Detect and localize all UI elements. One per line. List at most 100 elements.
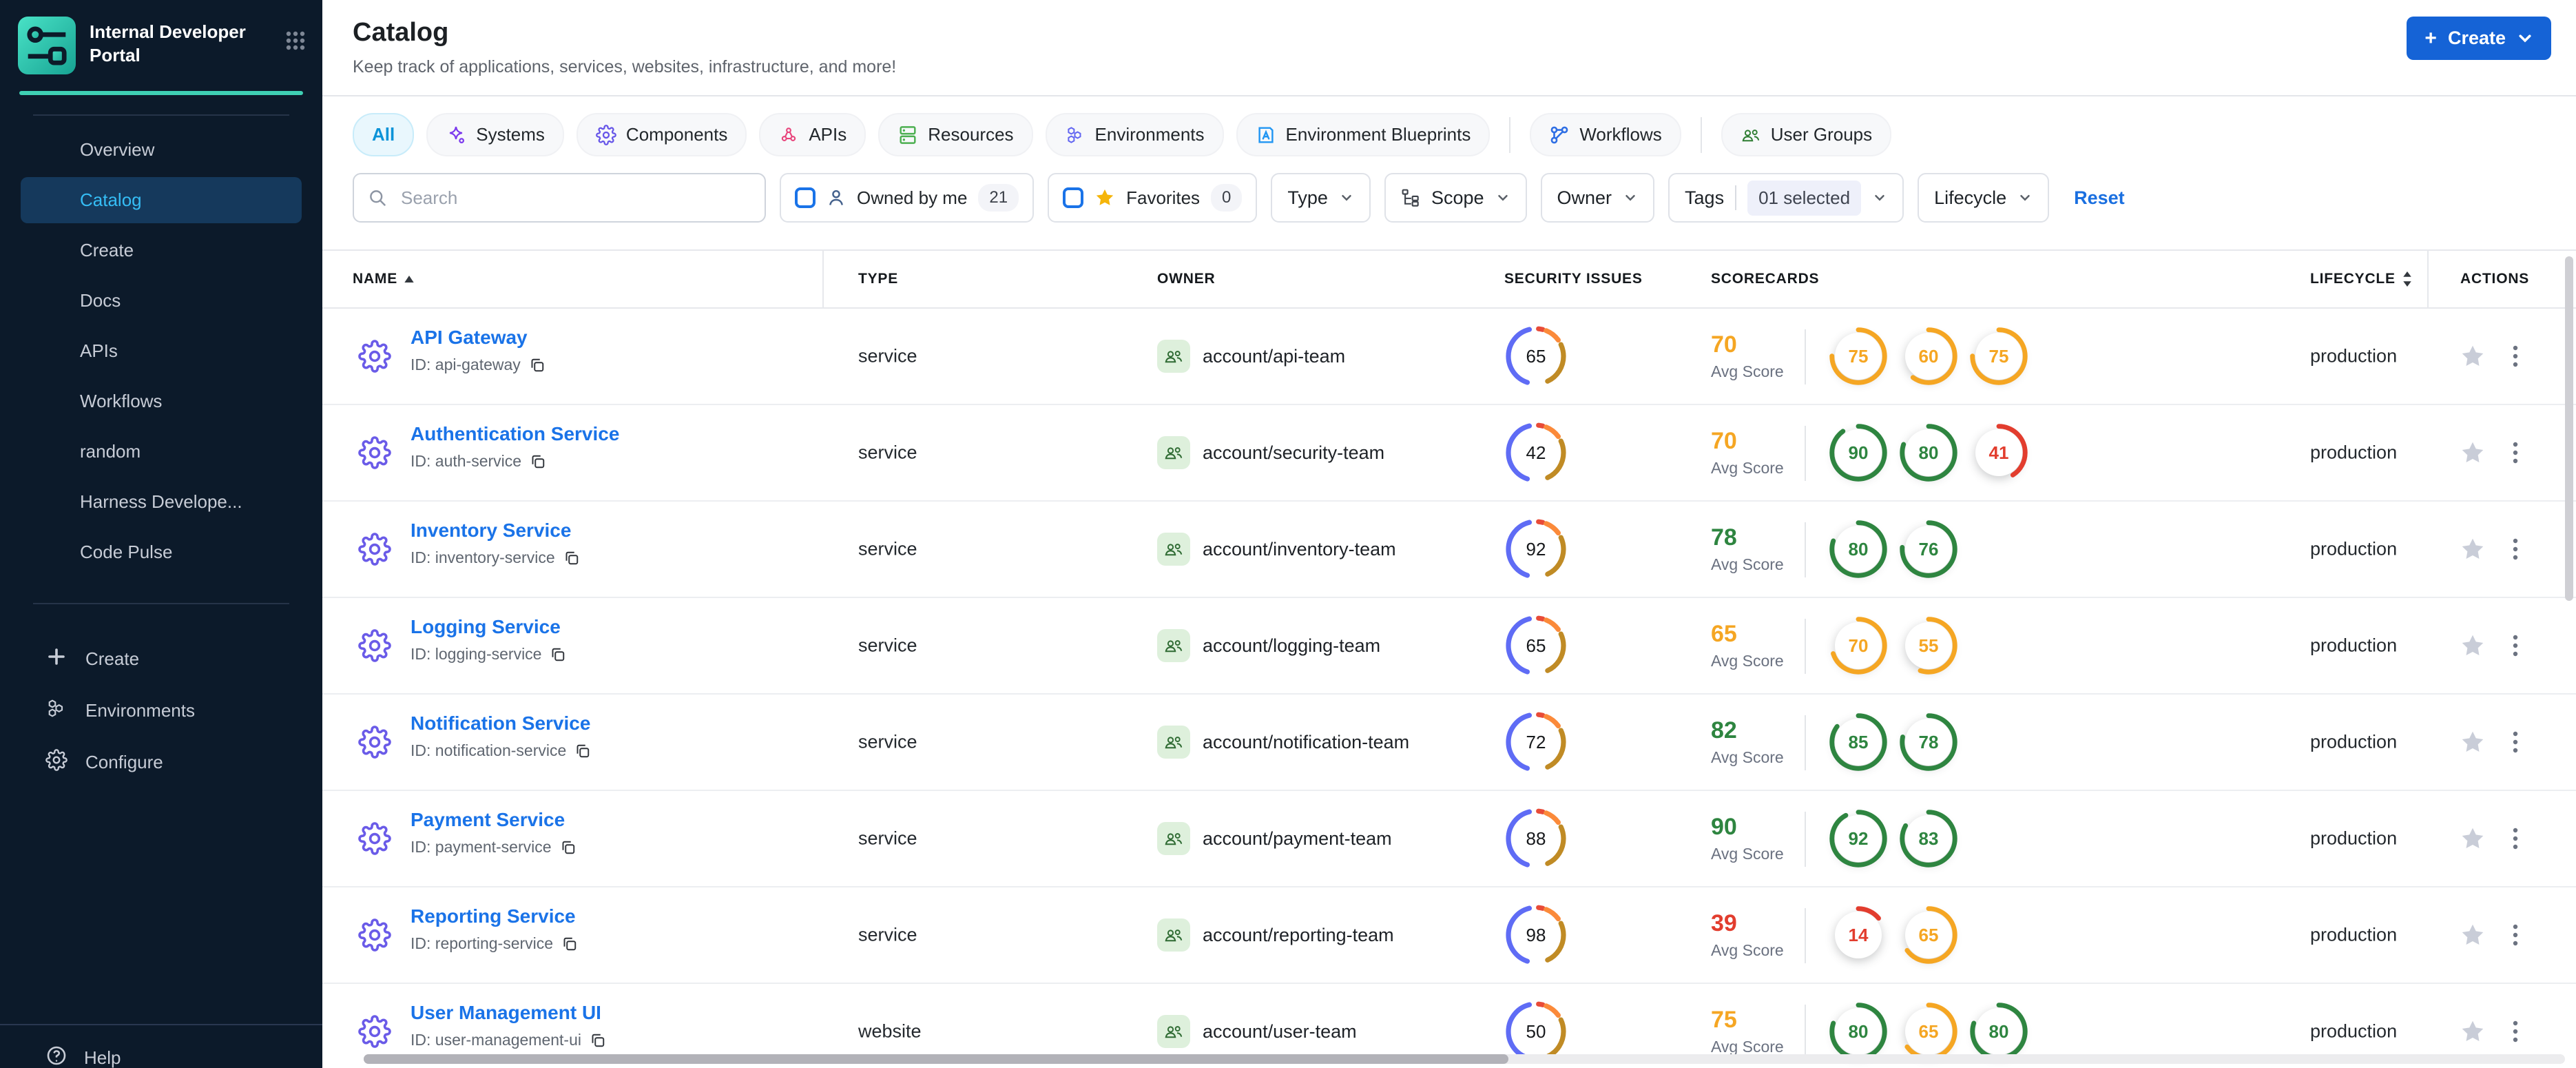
type-filter-dropdown[interactable]: Type [1271, 173, 1371, 223]
copy-icon[interactable] [590, 1032, 606, 1049]
column-header-type[interactable]: TYPE [858, 251, 898, 307]
scorecard-ring[interactable]: 80 [1969, 1001, 2029, 1062]
tab-apis[interactable]: APIs [759, 113, 866, 156]
scorecard-ring[interactable]: 90 [1828, 422, 1889, 483]
row-menu-kebab-icon[interactable] [2507, 629, 2524, 662]
owner-name[interactable]: account/payment-team [1203, 828, 1392, 850]
sidebar-item-environments[interactable]: Environments [21, 686, 302, 735]
sidebar-item-help[interactable]: Help [0, 1024, 322, 1068]
sidebar-item-catalog[interactable]: Catalog [21, 177, 302, 223]
tab-environment-blueprints[interactable]: Environment Blueprints [1236, 113, 1490, 156]
favorite-star-icon[interactable] [2460, 923, 2485, 947]
sidebar-item-workflows[interactable]: Workflows [21, 378, 302, 424]
vertical-scrollbar[interactable] [2565, 256, 2573, 601]
favorite-star-icon[interactable] [2460, 344, 2485, 369]
sidebar-item-random[interactable]: random [21, 429, 302, 475]
copy-icon[interactable] [563, 550, 580, 566]
copy-icon[interactable] [561, 936, 578, 952]
favorite-star-icon[interactable] [2460, 730, 2485, 754]
app-grid-icon[interactable] [285, 17, 306, 57]
sidebar-item-create[interactable]: Create [21, 635, 302, 684]
tab-systems[interactable]: Systems [426, 113, 564, 156]
scorecard-ring[interactable]: 14 [1828, 905, 1889, 965]
sidebar-item-create[interactable]: Create [21, 227, 302, 274]
favorites-filter[interactable]: Favorites 0 [1048, 173, 1258, 223]
scope-filter-dropdown[interactable]: Scope [1384, 173, 1527, 223]
scorecard-ring[interactable]: 80 [1828, 1001, 1889, 1062]
tab-user-groups[interactable]: User Groups [1721, 113, 1892, 156]
scorecard-ring[interactable]: 75 [1969, 326, 2029, 387]
scorecard-ring[interactable]: 41 [1969, 422, 2029, 483]
column-header-security-issues[interactable]: SECURITY ISSUES [1504, 251, 1643, 307]
row-menu-kebab-icon[interactable] [2507, 726, 2524, 759]
row-menu-kebab-icon[interactable] [2507, 918, 2524, 952]
entity-name-link[interactable]: Inventory Service [411, 520, 580, 542]
owner-name[interactable]: account/reporting-team [1203, 925, 1394, 946]
scorecard-ring[interactable]: 80 [1898, 422, 1959, 483]
row-menu-kebab-icon[interactable] [2507, 340, 2524, 373]
scorecard-ring[interactable]: 60 [1898, 326, 1959, 387]
copy-icon[interactable] [529, 357, 546, 373]
scorecard-ring[interactable]: 55 [1898, 615, 1959, 676]
favorite-star-icon[interactable] [2460, 1019, 2485, 1044]
entity-name-link[interactable]: Authentication Service [411, 423, 619, 445]
tab-all[interactable]: All [353, 113, 415, 156]
favorite-star-icon[interactable] [2460, 440, 2485, 465]
owner-name[interactable]: account/api-team [1203, 346, 1345, 367]
scorecard-ring[interactable]: 76 [1898, 519, 1959, 579]
tab-resources[interactable]: Resources [878, 113, 1033, 156]
tab-workflows[interactable]: Workflows [1530, 113, 1681, 156]
copy-icon[interactable] [530, 453, 546, 470]
sidebar-item-apis[interactable]: APIs [21, 328, 302, 374]
entity-name-link[interactable]: User Management UI [411, 1002, 606, 1024]
row-menu-kebab-icon[interactable] [2507, 436, 2524, 469]
search-box[interactable] [353, 173, 766, 223]
owned-by-me-checkbox[interactable] [795, 187, 816, 208]
tab-components[interactable]: Components [576, 113, 747, 156]
scorecard-ring[interactable]: 65 [1898, 905, 1959, 965]
sidebar-item-code-pulse[interactable]: Code Pulse [21, 529, 302, 575]
scorecard-ring[interactable]: 70 [1828, 615, 1889, 676]
reset-filters-link[interactable]: Reset [2074, 187, 2125, 209]
entity-name-link[interactable]: Notification Service [411, 712, 591, 735]
entity-name-link[interactable]: Logging Service [411, 616, 566, 638]
sidebar-item-overview[interactable]: Overview [21, 127, 302, 173]
column-header-lifecycle[interactable]: LIFECYCLE [2310, 251, 2412, 307]
horizontal-scrollbar[interactable] [364, 1054, 2565, 1064]
owner-name[interactable]: account/user-team [1203, 1021, 1357, 1043]
copy-icon[interactable] [560, 839, 577, 856]
column-header-owner[interactable]: OWNER [1157, 251, 1216, 307]
create-button[interactable]: + Create [2407, 17, 2551, 60]
tab-environments[interactable]: Environments [1045, 113, 1224, 156]
row-menu-kebab-icon[interactable] [2507, 822, 2524, 855]
favorite-star-icon[interactable] [2460, 537, 2485, 562]
scorecard-ring[interactable]: 83 [1898, 808, 1959, 869]
sidebar-item-harness-develope-[interactable]: Harness Develope... [21, 479, 302, 525]
scorecard-ring[interactable]: 75 [1828, 326, 1889, 387]
favorite-star-icon[interactable] [2460, 633, 2485, 658]
copy-icon[interactable] [550, 646, 566, 663]
owner-name[interactable]: account/security-team [1203, 442, 1384, 464]
sidebar-item-docs[interactable]: Docs [21, 278, 302, 324]
owner-filter-dropdown[interactable]: Owner [1540, 173, 1655, 223]
favorite-star-icon[interactable] [2460, 826, 2485, 851]
scorecard-ring[interactable]: 92 [1828, 808, 1889, 869]
owner-name[interactable]: account/inventory-team [1203, 539, 1396, 560]
owner-name[interactable]: account/logging-team [1203, 635, 1380, 657]
favorites-checkbox[interactable] [1063, 187, 1084, 208]
owned-by-me-filter[interactable]: Owned by me 21 [780, 173, 1035, 223]
row-menu-kebab-icon[interactable] [2507, 1015, 2524, 1048]
scorecard-ring[interactable]: 85 [1828, 712, 1889, 772]
search-input[interactable] [398, 185, 751, 210]
tags-filter-dropdown[interactable]: Tags 01 selected [1668, 173, 1904, 223]
entity-name-link[interactable]: Reporting Service [411, 905, 578, 927]
lifecycle-filter-dropdown[interactable]: Lifecycle [1918, 173, 2050, 223]
scorecard-ring[interactable]: 80 [1828, 519, 1889, 579]
sidebar-item-configure[interactable]: Configure [21, 738, 302, 787]
column-header-name[interactable]: NAME [353, 251, 414, 307]
horizontal-scrollbar-thumb[interactable] [364, 1054, 1508, 1064]
owner-name[interactable]: account/notification-team [1203, 732, 1409, 753]
scorecard-ring[interactable]: 65 [1898, 1001, 1959, 1062]
scorecard-ring[interactable]: 78 [1898, 712, 1959, 772]
row-menu-kebab-icon[interactable] [2507, 533, 2524, 566]
